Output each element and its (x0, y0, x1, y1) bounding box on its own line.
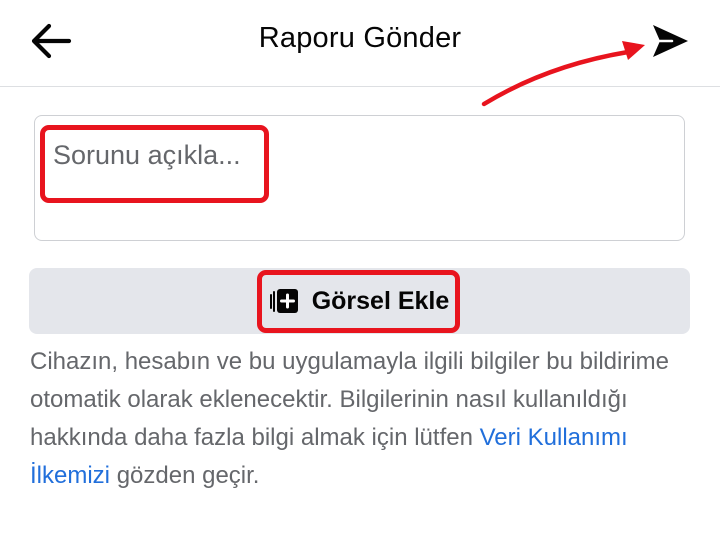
top-bar: Raporu Gönder (0, 0, 720, 87)
send-button[interactable] (645, 18, 695, 64)
info-paragraph: Cihazın, hesabın ve bu uygulamayla ilgil… (30, 343, 695, 495)
annotation-highlight-button (257, 270, 460, 333)
page-title: Raporu Gönder (258, 22, 462, 54)
annotation-highlight-textarea (40, 125, 269, 203)
send-icon (653, 25, 688, 57)
info-text-end: gözden geçir. (116, 462, 260, 489)
